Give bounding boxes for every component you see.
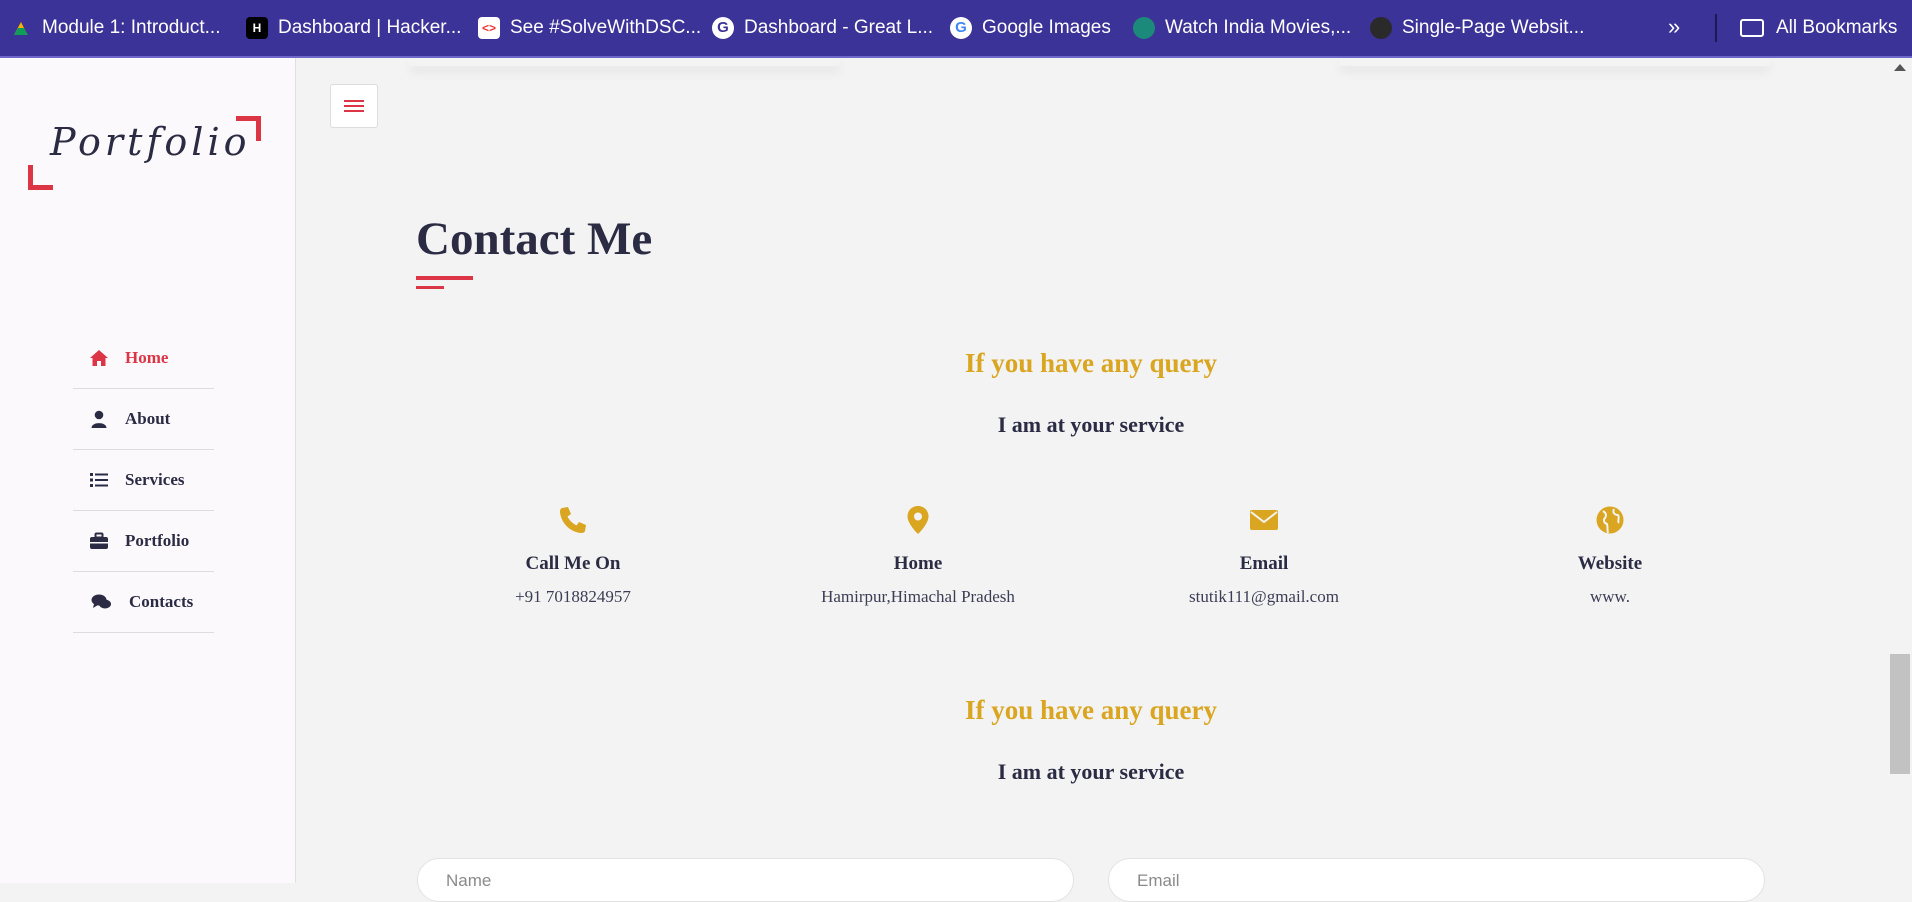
list-icon — [90, 473, 108, 487]
bookmark-label: Watch India Movies,... — [1165, 17, 1352, 38]
info-title: Call Me On — [525, 553, 621, 574]
info-value[interactable]: +91 7018824957 — [423, 587, 723, 607]
title-underline — [416, 276, 473, 280]
code-icon: <> — [478, 17, 500, 39]
chat-icon — [91, 594, 111, 609]
bookmarks-divider — [1715, 14, 1717, 42]
info-value: Hamirpur,Himachal Pradesh — [821, 587, 1015, 606]
bookmark-label: See #SolveWithDSC... — [510, 17, 702, 38]
email-field[interactable]: Email — [1108, 858, 1765, 902]
bookmark-great-learning[interactable]: G Dashboard - Great L... — [712, 0, 933, 56]
service-heading-2: I am at your service — [997, 759, 1185, 784]
sidebar-item-contacts[interactable]: Contacts — [73, 572, 214, 633]
sidebar-item-label: Portfolio — [125, 531, 190, 550]
sidebar-item-portfolio[interactable]: Portfolio — [73, 511, 214, 572]
bookmark-label: Dashboard - Great L... — [744, 17, 934, 38]
hamburger-icon — [344, 97, 364, 115]
briefcase-icon — [90, 532, 108, 549]
scrollbar-thumb[interactable] — [1890, 654, 1910, 774]
bookmark-label: Module 1: Introduct... — [42, 17, 221, 38]
info-value[interactable]: stutik111@gmail.com — [1114, 587, 1414, 607]
bookmarks-bar: Module 1: Introduct... H Dashboard | Hac… — [0, 0, 1912, 58]
phone-icon — [560, 507, 586, 533]
drive-icon — [10, 17, 32, 39]
menu-toggle-button[interactable] — [330, 84, 378, 128]
contact-website: Website www. — [1460, 505, 1760, 607]
bookmark-label: Dashboard | Hacker... — [278, 17, 462, 38]
card-shadow — [410, 58, 840, 66]
bookmark-google-images[interactable]: G Google Images — [950, 0, 1111, 56]
bookmark-label: Single-Page Websit... — [1402, 17, 1585, 38]
bookmark-module-1[interactable]: Module 1: Introduct... — [10, 0, 221, 56]
sidebar-item-services[interactable]: Services — [73, 450, 214, 511]
envelope-icon — [1250, 510, 1278, 530]
scroll-up-arrow-icon[interactable] — [1894, 64, 1906, 71]
contact-home: Home Hamirpur,Himachal Pradesh — [768, 505, 1068, 607]
hackerrank-icon: H — [246, 17, 268, 39]
film-reel-icon — [1133, 17, 1155, 39]
g-icon: G — [712, 17, 734, 39]
site-icon — [1370, 17, 1392, 39]
google-icon: G — [950, 17, 972, 39]
folder-icon — [1740, 19, 1764, 37]
all-bookmarks-button[interactable]: All Bookmarks — [1740, 0, 1897, 56]
sidebar-item-label: Services — [125, 470, 185, 489]
logo[interactable]: Portfolio — [50, 120, 250, 164]
name-field[interactable]: Name — [417, 858, 1074, 902]
query-heading-2: If you have any query — [964, 695, 1218, 725]
info-value[interactable]: www. — [1460, 587, 1760, 607]
all-bookmarks-label: All Bookmarks — [1776, 17, 1898, 38]
card-shadow — [1340, 58, 1770, 66]
bookmark-hackerrank[interactable]: H Dashboard | Hacker... — [246, 0, 461, 56]
page-title: Contact Me — [416, 213, 653, 265]
contact-email: Email stutik111@gmail.com — [1114, 505, 1414, 607]
bookmark-watch-india-movies[interactable]: Watch India Movies,... — [1133, 0, 1351, 56]
bookmark-solvewithdsc[interactable]: <> See #SolveWithDSC... — [478, 0, 701, 56]
service-heading: I am at your service — [997, 412, 1185, 437]
query-heading: If you have any query — [964, 348, 1218, 378]
info-title: Email — [1239, 553, 1289, 574]
bookmark-single-page-website[interactable]: Single-Page Websit... — [1370, 0, 1584, 56]
info-title: Website — [1577, 553, 1643, 574]
globe-icon — [1596, 506, 1624, 534]
logo-corner-bottom-left — [28, 165, 53, 190]
bookmark-label: Google Images — [982, 17, 1111, 38]
info-title: Home — [893, 553, 943, 574]
sidebar-item-label: Contacts — [129, 592, 194, 611]
map-pin-icon — [907, 506, 929, 534]
more-bookmarks-icon[interactable]: » — [1668, 14, 1680, 40]
title-underline-short — [416, 286, 444, 289]
contact-phone: Call Me On +91 7018824957 — [423, 505, 723, 607]
